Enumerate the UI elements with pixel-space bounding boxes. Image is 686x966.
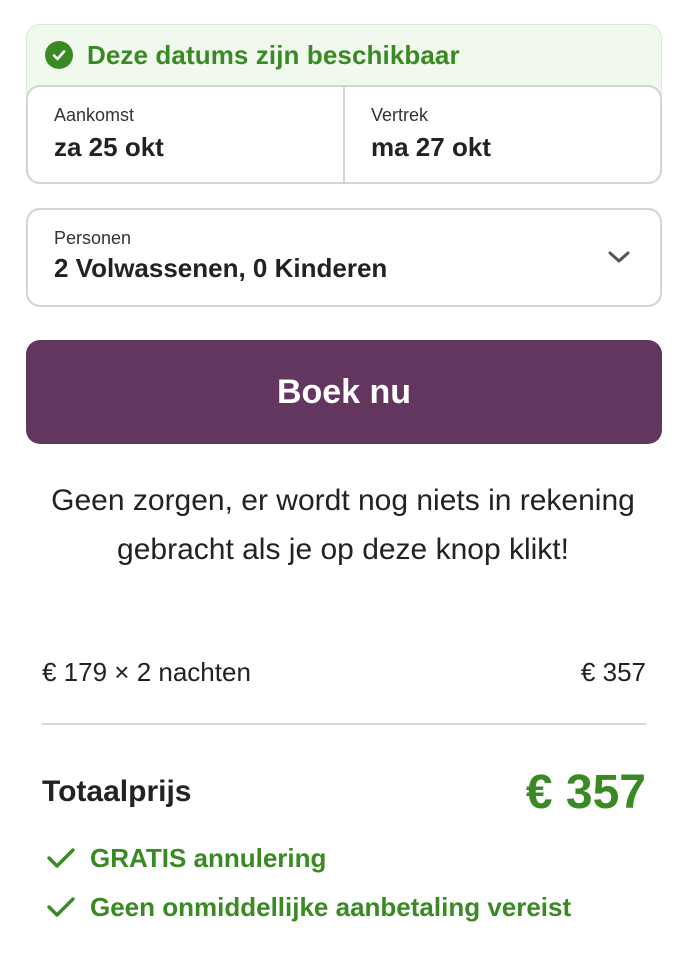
checkmark-icon xyxy=(47,848,75,868)
arrival-label: Aankomst xyxy=(54,105,135,125)
total-label: Totaalprijs xyxy=(42,775,192,808)
persons-value: 2 Volwassenen, 0 Kinderen xyxy=(54,253,388,283)
perk-label: Geen onmiddellijke aanbetaling vereist xyxy=(90,891,572,922)
availability-message: Deze datums zijn beschikbaar xyxy=(87,39,460,70)
divider xyxy=(42,723,646,725)
perk-free-cancellation: GRATIS annulering xyxy=(46,841,326,875)
arrival-date-field[interactable]: Aankomst za 25 okt xyxy=(28,87,343,182)
persons-label: Personen xyxy=(54,228,132,248)
perk-label: GRATIS annulering xyxy=(90,842,327,873)
departure-label: Vertrek xyxy=(371,105,429,125)
persons-select[interactable]: Personen 2 Volwassenen, 0 Kinderen xyxy=(26,208,662,307)
book-now-button[interactable]: Boek nu xyxy=(26,340,662,444)
departure-value: ma 27 okt xyxy=(371,132,491,162)
perk-no-deposit: Geen onmiddellijke aanbetaling vereist xyxy=(46,890,571,924)
chevron-down-icon xyxy=(608,251,630,263)
date-selector: Aankomst za 25 okt Vertrek ma 27 okt xyxy=(26,85,662,184)
price-breakdown-row: € 179 × 2 nachten € 357 xyxy=(42,652,646,692)
arrival-value: za 25 okt xyxy=(54,132,164,162)
no-charge-note: Geen zorgen, er wordt nog niets in reken… xyxy=(51,484,635,566)
booking-widget: Deze datums zijn beschikbaar Aankomst za… xyxy=(0,0,686,966)
checkmark-icon xyxy=(47,897,75,917)
total-price: € 357 xyxy=(525,765,646,819)
total-row: Totaalprijs € 357 xyxy=(42,760,646,824)
departure-date-field[interactable]: Vertrek ma 27 okt xyxy=(343,87,660,182)
price-amount: € 357 xyxy=(580,656,646,687)
check-circle-icon xyxy=(45,41,73,69)
availability-header: Deze datums zijn beschikbaar xyxy=(45,39,460,71)
price-description: € 179 × 2 nachten xyxy=(42,656,251,687)
